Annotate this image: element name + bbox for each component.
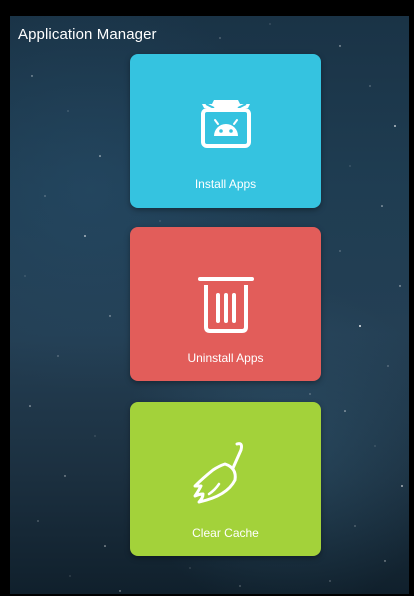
clear-cache-label: Clear Cache <box>192 526 259 540</box>
broom-icon <box>193 442 243 504</box>
uninstall-apps-label: Uninstall Apps <box>187 351 264 365</box>
clear-cache-button[interactable]: Clear Cache <box>130 402 321 556</box>
install-apps-button[interactable]: Install Apps <box>130 54 321 208</box>
trash-icon <box>197 277 254 333</box>
app-screen: Application Manager Install Apps Uninsta… <box>10 16 409 594</box>
android-package-icon <box>200 100 251 148</box>
install-apps-label: Install Apps <box>194 177 257 191</box>
app-title: Application Manager <box>18 26 157 43</box>
uninstall-apps-button[interactable]: Uninstall Apps <box>130 227 321 381</box>
